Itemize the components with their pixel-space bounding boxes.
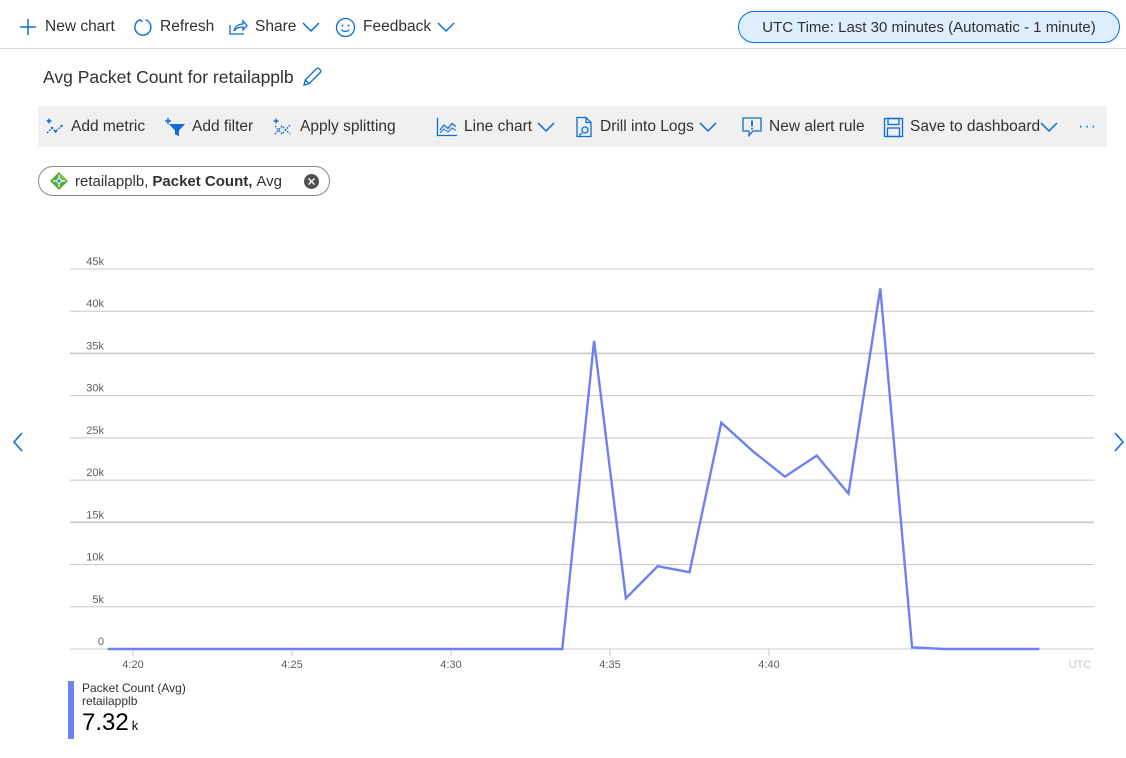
y-tick-label: 45k: [86, 256, 104, 268]
chart-series: [107, 288, 1040, 651]
legend-value: 7.32 k: [82, 709, 186, 740]
timezone-label: UTC: [1069, 659, 1092, 671]
series-line-packet-count[interactable]: [107, 288, 1040, 651]
legend-metric-name: Packet Count (Avg): [82, 681, 186, 695]
line-chart-plot: 0 5k 10k 15k 20k 25k 30k 35k 40k 45k 4:20 4:25 4:30…: [70, 256, 1094, 671]
x-tick-label: 4:35: [599, 659, 620, 671]
y-tick-label: 30k: [86, 383, 104, 395]
legend-value-unit: k: [131, 718, 139, 733]
x-axis-ticks: 4:20 4:25 4:30 4:35 4:40: [122, 649, 780, 671]
y-axis-ticks: 0 5k 10k 15k 20k 25k 30k 35k 40k 45k: [86, 256, 104, 648]
y-tick-label: 40k: [86, 298, 104, 310]
y-tick-label: 20k: [86, 467, 104, 479]
y-tick-label: 25k: [86, 425, 104, 437]
x-tick-label: 4:30: [440, 659, 461, 671]
legend-value-number: 7.32: [82, 709, 129, 736]
chart-legend[interactable]: Packet Count (Avg) retailapplb 7.32 k: [68, 681, 186, 739]
y-tick-label: 10k: [86, 552, 104, 564]
legend-resource-name: retailapplb: [82, 694, 138, 708]
x-tick-label: 4:40: [758, 659, 779, 671]
y-tick-label: 35k: [86, 340, 104, 352]
x-tick-label: 4:20: [122, 659, 143, 671]
y-tick-label: 5k: [92, 594, 104, 606]
y-tick-label: 15k: [86, 509, 104, 521]
y-tick-label: 0: [98, 636, 104, 648]
x-tick-label: 4:25: [281, 659, 302, 671]
